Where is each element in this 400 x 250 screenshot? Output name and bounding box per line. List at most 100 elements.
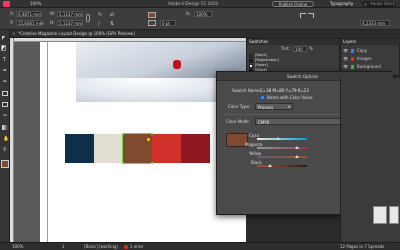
opacity-field[interactable]: 100% (194, 11, 212, 17)
layer-row[interactable]: 👁 Images (341, 55, 400, 63)
tools-panel: T ✒ ✏ ✂ ✋ ⚲ (0, 30, 10, 242)
yellow-slider-thumb[interactable] (294, 155, 299, 158)
color-type-select[interactable]: Process ▾ (255, 103, 293, 110)
dialog-divider (223, 114, 355, 115)
color-type-label: Color Type: (228, 104, 251, 109)
tint-label: Tint: (281, 46, 290, 51)
x-field[interactable]: 0,4871 mm (16, 11, 42, 17)
publish-online-button[interactable]: Publish Online (272, 1, 314, 7)
stroke-weight-field[interactable]: 0 pt (160, 20, 176, 26)
zoom-tool-icon[interactable]: ⚲ (3, 147, 7, 153)
error-indicator-icon (124, 245, 128, 249)
eye-icon[interactable]: 👁 (343, 56, 348, 61)
color-swatch-crimson[interactable] (181, 134, 210, 163)
rotate-icon[interactable]: ↻ (98, 12, 102, 18)
magenta-slider-thumb[interactable] (295, 146, 300, 149)
selection-handle-tr[interactable] (151, 133, 153, 135)
type-tool-icon[interactable]: T (3, 57, 6, 63)
w-field[interactable]: 5,1147 mm (57, 11, 83, 17)
rectangle-frame-tool-icon[interactable] (2, 91, 8, 96)
gradient-tool-icon[interactable] (2, 125, 8, 130)
search-placeholder: Adobe Stock (370, 1, 395, 6)
status-bar: 100% 1 [Basic] (working) 1 error 12 Page… (0, 242, 400, 250)
align-left-icon[interactable] (300, 13, 306, 18)
layer-name: Background (357, 64, 381, 69)
flip-horizontal-icon[interactable]: ⇄ (110, 12, 114, 18)
layer-row[interactable]: 👁 Background (341, 63, 400, 71)
close-tab-icon[interactable]: × (12, 32, 15, 36)
app-bar: 100% Adobe InDesign CC 2019 Publish Onli… (0, 0, 400, 8)
constrain-proportions-icon[interactable] (86, 14, 90, 22)
name-with-color-value-label: Name with Color Value (267, 95, 313, 100)
scissors-tool-icon[interactable]: ✂ (3, 113, 7, 119)
swatch-name: [None] (255, 53, 267, 57)
zoom-select[interactable]: 100% (30, 2, 41, 6)
red-figure (173, 60, 181, 69)
selection-handle-bl[interactable] (122, 162, 124, 164)
swatches-panel-header: Swatches (247, 39, 341, 45)
fill-swatch[interactable] (148, 12, 156, 18)
layer-name: Copy (357, 48, 368, 53)
publish-label: Publish Online (278, 1, 308, 7)
pages-panel (340, 78, 400, 242)
color-swatch-row (65, 133, 210, 164)
name-with-color-value-checkbox[interactable]: ✓ (260, 95, 265, 100)
color-swatch-navy[interactable] (65, 134, 94, 163)
margin-guide (40, 42, 48, 242)
selection-tool-icon[interactable] (2, 36, 5, 40)
check-icon: ✓ (261, 95, 265, 100)
swatches-panel-title: Swatches (249, 39, 269, 44)
status-errors[interactable]: 1 error (130, 245, 144, 249)
rectangle-tool-icon[interactable] (2, 102, 8, 107)
flip-vertical-icon[interactable]: ⇅ (110, 21, 114, 27)
workspace-switcher[interactable]: Typography (330, 2, 353, 6)
page-thumbnail[interactable] (389, 206, 399, 224)
document-tab[interactable]: × *Creative Magazine Layout Design @ 100… (10, 30, 246, 38)
swatch-name: [Registration] (255, 57, 279, 62)
status-preflight-style[interactable]: [Basic] (working) (84, 245, 118, 249)
y-field[interactable]: 15,6461 mm (16, 20, 44, 26)
page-thumbnail[interactable] (373, 206, 387, 224)
vertical-ruler (10, 38, 14, 242)
right-dimension-field[interactable]: 4,2333 mm (360, 20, 390, 26)
hand-tool-icon[interactable]: ✋ (3, 136, 9, 142)
swatch-chip (249, 63, 253, 68)
indesign-logo (3, 1, 10, 7)
black-slider-thumb[interactable] (268, 164, 273, 167)
eye-icon[interactable]: 👁 (343, 64, 348, 69)
align-right-icon[interactable] (308, 13, 314, 18)
layers-panel-header: Layers (341, 39, 400, 45)
canvas-area[interactable] (10, 38, 246, 242)
selection-handle-br[interactable] (151, 162, 153, 164)
selection-handle-tl[interactable] (122, 133, 124, 135)
control-bar: X: 0,4871 mm Y: 15,6461 mm W: 5,1147 mm … (0, 8, 400, 30)
swatch-name: [Paper] (255, 62, 268, 67)
h-label: H: (50, 20, 55, 25)
swatch-name-value[interactable]: C=38 M=80 Y=79 K=23 (260, 89, 309, 93)
status-page[interactable]: 1 (62, 245, 65, 249)
black-slider[interactable] (257, 159, 307, 169)
color-mode-label: Color Mode: (226, 119, 250, 124)
h-field[interactable]: 5,1147 mm (57, 20, 83, 26)
layer-row[interactable]: 👁 Copy (341, 47, 400, 55)
pen-tool-icon[interactable]: ✒ (3, 68, 7, 74)
cyan-slider-thumb[interactable] (275, 137, 280, 140)
eye-icon[interactable]: 👁 (343, 48, 348, 53)
opacity-icon: fx (186, 11, 190, 16)
color-swatch-cream[interactable] (94, 134, 123, 163)
swatch-name-label: Swatch Name: (232, 88, 261, 93)
color-swatch-red[interactable] (152, 134, 181, 163)
y-label: Y: (10, 20, 14, 25)
search-field[interactable]: ⚲ Adobe Stock (362, 1, 396, 7)
tint-field[interactable]: 100 (293, 46, 307, 52)
swatch-chip (249, 58, 253, 63)
dialog-title: Swatch Options (287, 74, 319, 79)
stroke-swatch[interactable] (148, 20, 156, 26)
pencil-tool-icon[interactable]: ✏ (3, 79, 7, 85)
status-zoom[interactable]: 100% (12, 245, 23, 249)
shear-icon[interactable]: ∕ (98, 21, 100, 27)
direct-selection-tool-icon[interactable] (1, 45, 6, 51)
document-title: *Creative Magazine Layout Design @ 100% … (18, 31, 135, 36)
corner-handle[interactable] (147, 138, 150, 141)
fill-stroke-widget[interactable] (1, 160, 9, 168)
